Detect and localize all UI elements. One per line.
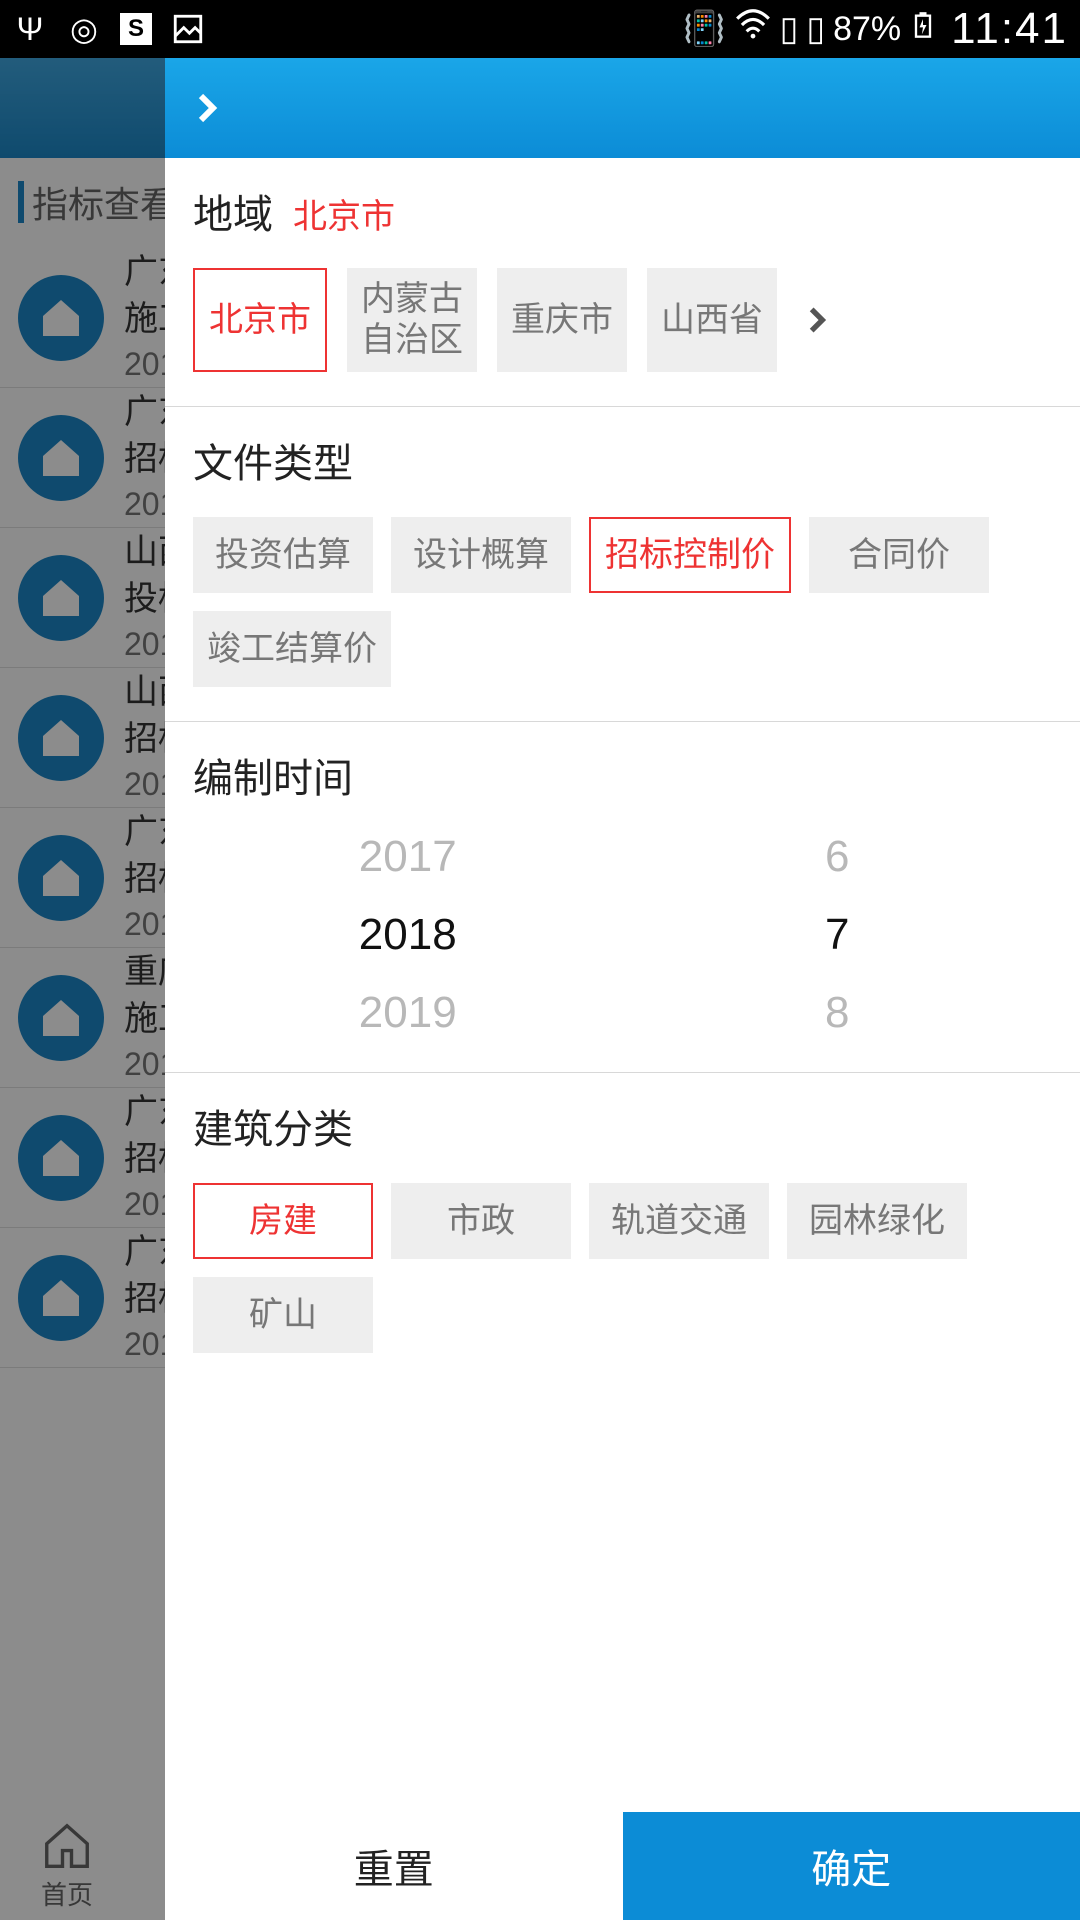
- sim1-icon: ▯: [780, 9, 799, 49]
- region-chip-shanxi[interactable]: 山西省: [647, 268, 777, 372]
- month-current[interactable]: 7: [825, 910, 849, 960]
- section-filetype-header: 文件类型: [193, 431, 1052, 489]
- region-selected: 北京市: [293, 189, 395, 238]
- panel-header: [165, 58, 1080, 158]
- section-time: 编制时间 2017 2018 2019 6 7 8: [165, 722, 1080, 1073]
- usb-icon: Ψ: [12, 11, 48, 47]
- status-right: 📳 ▯ ▯ 87% 11:41: [683, 4, 1068, 54]
- section-category: 建筑分类 房建 市政 轨道交通 园林绿化 矿山: [165, 1073, 1080, 1387]
- region-more-icon[interactable]: [797, 300, 837, 340]
- region-chip-chongqing[interactable]: 重庆市: [497, 268, 627, 372]
- category-chip-kuangshan[interactable]: 矿山: [193, 1277, 373, 1353]
- category-chip-guidao[interactable]: 轨道交通: [589, 1183, 769, 1259]
- year-next[interactable]: 2019: [359, 988, 457, 1038]
- time-label: 编制时间: [193, 746, 353, 804]
- filetype-chip-touzi[interactable]: 投资估算: [193, 517, 373, 593]
- year-picker[interactable]: 2017 2018 2019: [193, 832, 623, 1038]
- panel-footer: 重置 确定: [165, 1812, 1080, 1920]
- filetype-label: 文件类型: [193, 431, 353, 489]
- section-region: 地域 北京市 北京市 内蒙古 自治区 重庆市 山西省: [165, 158, 1080, 407]
- region-chip-neimenggu[interactable]: 内蒙古 自治区: [347, 268, 477, 372]
- filetype-chip-hetong[interactable]: 合同价: [809, 517, 989, 593]
- category-chip-yuanlin[interactable]: 园林绿化: [787, 1183, 967, 1259]
- reset-button[interactable]: 重置: [165, 1812, 623, 1920]
- status-left-icons: Ψ ◎ S: [12, 11, 206, 47]
- filetype-chip-zhaobiao[interactable]: 招标控制价: [589, 517, 791, 593]
- app-icon-s: S: [120, 13, 152, 45]
- battery-percent: 87%: [833, 10, 901, 49]
- month-prev[interactable]: 6: [825, 832, 849, 882]
- filetype-chips: 投资估算 设计概算 招标控制价 合同价 竣工结算价: [193, 517, 1052, 687]
- region-chip-beijing[interactable]: 北京市: [193, 268, 327, 372]
- year-current[interactable]: 2018: [359, 910, 457, 960]
- chevron-right-icon[interactable]: [189, 90, 225, 126]
- filetype-chip-jungong[interactable]: 竣工结算价: [193, 611, 391, 687]
- filter-panel: 地域 北京市 北京市 内蒙古 自治区 重庆市 山西省 文件类型 投资估算 设计概…: [165, 58, 1080, 1920]
- month-next[interactable]: 8: [825, 988, 849, 1038]
- region-chip-row: 北京市 内蒙古 自治区 重庆市 山西省: [193, 268, 1052, 372]
- category-chip-fangjian[interactable]: 房建: [193, 1183, 373, 1259]
- power-icon: ◎: [66, 11, 102, 47]
- image-icon: [170, 11, 206, 47]
- filetype-chip-sheji[interactable]: 设计概算: [391, 517, 571, 593]
- status-bar: Ψ ◎ S 📳 ▯ ▯ 87% 11:41: [0, 0, 1080, 58]
- panel-body: 地域 北京市 北京市 内蒙古 自治区 重庆市 山西省 文件类型 投资估算 设计概…: [165, 158, 1080, 1812]
- battery-icon: [909, 5, 937, 54]
- category-chip-shizheng[interactable]: 市政: [391, 1183, 571, 1259]
- wifi-icon: [734, 6, 772, 53]
- category-label: 建筑分类: [193, 1097, 353, 1155]
- vibrate-icon: 📳: [683, 9, 725, 49]
- section-filetype: 文件类型 投资估算 设计概算 招标控制价 合同价 竣工结算价: [165, 407, 1080, 722]
- month-picker[interactable]: 6 7 8: [623, 832, 1053, 1038]
- confirm-button[interactable]: 确定: [623, 1812, 1080, 1920]
- category-chips: 房建 市政 轨道交通 园林绿化 矿山: [193, 1183, 1052, 1353]
- time-picker[interactable]: 2017 2018 2019 6 7 8: [193, 832, 1052, 1038]
- section-category-header: 建筑分类: [193, 1097, 1052, 1155]
- region-label: 地域: [193, 182, 273, 240]
- section-time-header: 编制时间: [193, 746, 1052, 804]
- section-region-header: 地域 北京市: [193, 182, 1052, 240]
- year-prev[interactable]: 2017: [359, 832, 457, 882]
- sim2-icon: ▯: [806, 9, 825, 49]
- clock: 11:41: [951, 4, 1068, 54]
